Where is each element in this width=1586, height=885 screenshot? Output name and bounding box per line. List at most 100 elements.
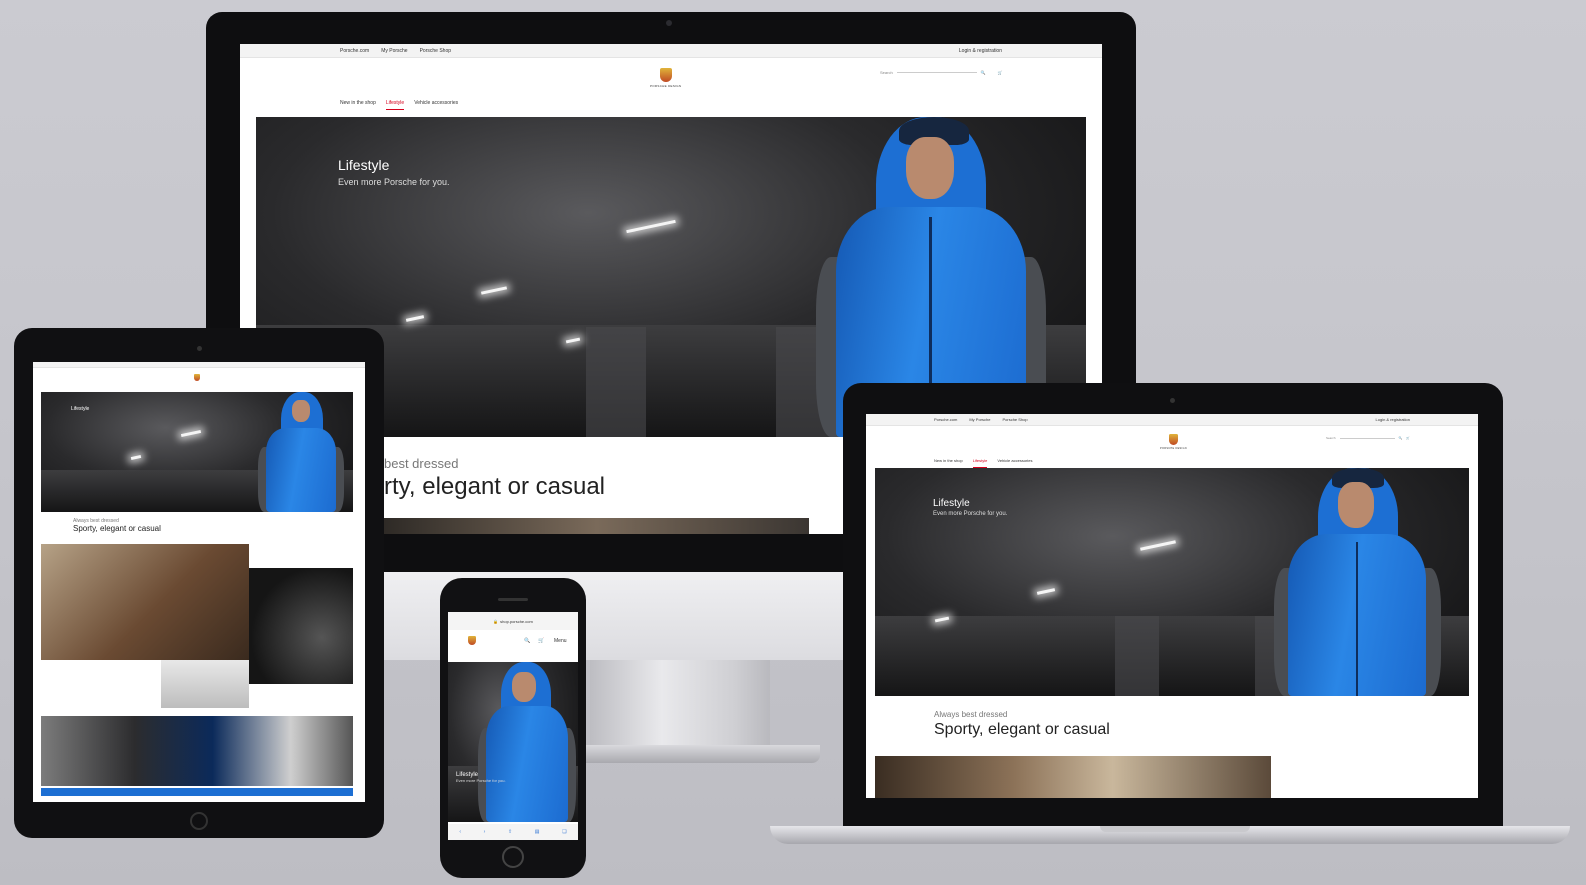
phone-screen: 🔒 shop.porsche.com 🔍 🛒 Menu Lifestyle Ev… — [448, 612, 578, 840]
tablet-screen: Lifestyle Always best dressed Sporty, el… — [33, 362, 365, 802]
menu-button[interactable]: Menu — [554, 638, 567, 644]
tagline-headline: Sporty, elegant or casual — [73, 524, 161, 533]
tablet-home-button — [190, 812, 208, 830]
lifestyle-photo-jacket — [249, 568, 353, 684]
phone-toolbar: ‹ › ⇧ ▤ ❑ — [448, 824, 578, 840]
cart-icon[interactable]: 🛒 — [1406, 436, 1410, 440]
nav-lifestyle[interactable]: Lifestyle — [972, 458, 988, 468]
lock-icon: 🔒 — [493, 618, 499, 624]
imac-camera — [666, 20, 672, 26]
cart-icon[interactable]: 🛒 — [998, 70, 1003, 75]
tagline-headline: rty, elegant or casual — [384, 473, 606, 500]
forward-icon[interactable]: › — [484, 829, 486, 835]
search-placeholder: Search — [1326, 436, 1336, 440]
nav-new-in-shop[interactable]: New in the shop — [340, 100, 376, 110]
share-icon[interactable]: ⇧ — [508, 829, 512, 835]
hero-text: Lifestyle Even more Porsche for you. — [933, 498, 1007, 517]
ceiling-lamp — [130, 454, 142, 461]
hero-title: Lifestyle — [933, 498, 970, 509]
brand-name: PORSCHE DESIGN — [1160, 447, 1187, 450]
hero-title: Lifestyle — [338, 157, 390, 173]
search-placeholder: Search — [880, 70, 893, 75]
nav-lifestyle[interactable]: Lifestyle — [385, 100, 405, 110]
lifestyle-photo-bag — [161, 660, 249, 708]
search-box[interactable]: Search 🔍 🛒 — [880, 70, 1003, 75]
hero-text: Lifestyle Even more Porsche for you. — [456, 772, 506, 783]
bookmarks-icon[interactable]: ▤ — [535, 829, 540, 835]
search-icon[interactable]: 🔍 — [981, 70, 986, 75]
imac-stand — [590, 655, 770, 750]
porsche-logo[interactable]: PORSCHE DESIGN — [650, 68, 681, 88]
top-link-my-porsche[interactable]: My Porsche — [969, 417, 990, 422]
tablet-header — [33, 368, 365, 388]
phone-header: 🔍 🛒 Menu — [448, 630, 578, 654]
ceiling-lamp — [1036, 588, 1056, 595]
hero-title: Lifestyle — [71, 406, 90, 412]
nav-new-in-shop[interactable]: New in the shop — [934, 458, 963, 468]
tagline-headline: Sporty, elegant or casual — [934, 721, 1110, 738]
search-icon[interactable]: 🔍 — [524, 638, 530, 644]
top-link-porsche-com[interactable]: Porsche.com — [340, 48, 369, 54]
tabs-icon[interactable]: ❑ — [562, 829, 566, 835]
search-box[interactable]: Search 🔍 🛒 — [1326, 436, 1410, 440]
hero-text: Lifestyle — [71, 406, 89, 412]
imac-header: PORSCHE DESIGN Search 🔍 🛒 — [240, 58, 1102, 96]
cart-icon[interactable]: 🛒 — [538, 638, 544, 644]
login-link[interactable]: Login & registration — [959, 48, 1002, 54]
ceiling-lamp — [180, 429, 202, 438]
lifestyle-photo-strip — [41, 716, 353, 786]
laptop-sub-nav: New in the shop Lifestyle Vehicle access… — [866, 456, 1478, 468]
phone-home-button — [502, 846, 524, 868]
phone-hero: Lifestyle Even more Porsche for you. — [448, 662, 578, 822]
tablet-footer-bar — [41, 788, 353, 796]
laptop-tagline: Always best dressed Sporty, elegant or c… — [934, 710, 1110, 739]
porsche-crest-icon — [659, 68, 672, 82]
top-link-porsche-com[interactable]: Porsche.com — [934, 417, 957, 422]
hero-subtitle: Even more Porsche for you. — [338, 177, 450, 187]
model-photo — [256, 392, 346, 512]
hero-pillar — [586, 327, 646, 437]
login-link[interactable]: Login & registration — [1376, 417, 1410, 422]
hero-subtitle: Even more Porsche for you. — [456, 778, 506, 783]
top-link-porsche-shop[interactable]: Porsche Shop — [1002, 417, 1027, 422]
imac-content-image — [384, 518, 809, 534]
hero-subtitle: Even more Porsche for you. — [933, 511, 1008, 517]
laptop-camera — [1170, 398, 1175, 403]
phone-speaker — [498, 598, 528, 601]
phone-address-bar[interactable]: 🔒 shop.porsche.com — [448, 612, 578, 630]
ceiling-lamp — [626, 219, 676, 234]
tablet-camera — [197, 346, 202, 351]
back-icon[interactable]: ‹ — [459, 829, 461, 835]
lifestyle-photo-cafe — [41, 544, 249, 660]
tagline-kicker: best dressed — [384, 456, 459, 471]
nav-vehicle-accessories[interactable]: Vehicle accessories — [997, 458, 1032, 468]
laptop-hero: Lifestyle Even more Porsche for you. — [875, 468, 1469, 696]
search-icon[interactable]: 🔍 — [1399, 436, 1403, 440]
laptop-content-image — [875, 756, 1271, 798]
brand-name: PORSCHE DESIGN — [650, 84, 682, 88]
laptop-notch — [1100, 826, 1250, 832]
porsche-crest-icon[interactable] — [468, 636, 476, 645]
tagline-kicker: Always best dressed — [934, 710, 1008, 719]
imac-top-nav: Porsche.com My Porsche Porsche Shop Logi… — [240, 44, 1102, 58]
ceiling-lamp — [480, 286, 508, 295]
tablet-hero: Lifestyle — [41, 392, 353, 512]
imac-sub-nav: New in the shop Lifestyle Vehicle access… — [240, 96, 1102, 110]
model-photo — [1270, 468, 1445, 696]
hero-text: Lifestyle Even more Porsche for you. — [338, 157, 450, 187]
top-link-my-porsche[interactable]: My Porsche — [381, 48, 407, 54]
ceiling-lamp — [405, 315, 425, 322]
laptop-screen: Porsche.com My Porsche Porsche Shop Logi… — [866, 414, 1478, 798]
laptop-top-nav: Porsche.com My Porsche Porsche Shop Logi… — [866, 414, 1478, 426]
porsche-logo[interactable]: PORSCHE DESIGN — [1160, 434, 1187, 450]
ceiling-lamp — [1140, 540, 1176, 551]
laptop-header: PORSCHE DESIGN Search 🔍 🛒 — [866, 426, 1478, 456]
search-underline — [896, 72, 977, 73]
top-link-porsche-shop[interactable]: Porsche Shop — [420, 48, 451, 54]
phone-url: shop.porsche.com — [500, 618, 533, 624]
tablet-tagline: Always best dressed Sporty, elegant or c… — [73, 518, 161, 533]
porsche-crest-icon — [1168, 434, 1178, 445]
nav-vehicle-accessories[interactable]: Vehicle accessories — [414, 100, 458, 110]
model-photo — [476, 662, 576, 822]
porsche-crest-icon[interactable] — [194, 374, 200, 381]
